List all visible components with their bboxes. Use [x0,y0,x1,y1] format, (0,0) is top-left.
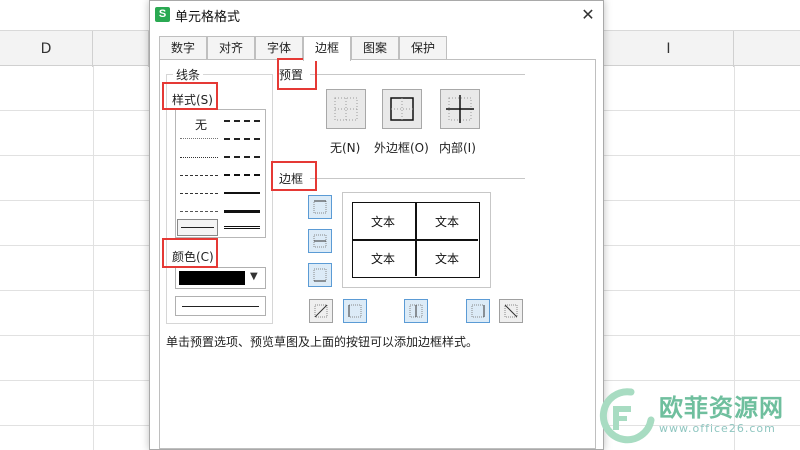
tab-protection[interactable]: 保护 [399,36,447,60]
preset-inside-icon [446,95,474,123]
border-right-icon [471,304,485,318]
tab-alignment[interactable]: 对齐 [207,36,255,60]
border-diagonal-up-button[interactable] [309,299,333,323]
close-button[interactable]: ✕ [578,5,598,25]
border-middle-vertical-button[interactable] [404,299,428,323]
preview-cell-text: 文本 [435,252,460,266]
column-header-d[interactable]: D [0,31,93,67]
highlight-style-label [162,82,218,110]
column-header-e[interactable] [93,31,149,67]
line-style-dotted[interactable] [180,157,218,158]
preset-inside-label: 内部(I) [439,141,476,155]
border-top-icon [313,200,327,214]
line-style-dash-dot[interactable] [180,193,218,194]
line-preview-sample [182,306,259,307]
line-preview [175,296,266,316]
line-style-list[interactable]: 无 [175,109,266,238]
preset-outline-button[interactable] [382,89,422,129]
tab-border[interactable]: 边框 [303,36,351,61]
dialog-titlebar[interactable]: S 单元格格式 ✕ [150,1,603,29]
hint-text: 单击预置选项、预览草图及上面的按钮可以添加边框样式。 [166,335,479,349]
border-middle-horizontal-button[interactable] [308,229,332,253]
preview-cell-text: 文本 [371,252,396,266]
watermark: 欧菲资源网 www.office26.com [593,382,800,450]
line-style-selected[interactable] [177,219,218,236]
column-header-j[interactable] [734,31,800,67]
border-right-button[interactable] [466,299,490,323]
watermark-url: www.office26.com [659,422,776,435]
watermark-logo-icon [599,388,655,444]
preset-outline-icon [390,97,414,121]
column-letter-d: D [40,41,52,57]
line-style-dashed[interactable] [180,211,218,212]
diagonal-down-icon [504,304,518,318]
border-top-button[interactable] [308,195,332,219]
border-left-icon [348,304,362,318]
border-preview-area[interactable]: 文本 文本 文本 文本 [342,192,491,288]
preset-outline-label: 外边框(O) [374,141,429,155]
watermark-name: 欧菲资源网 [659,394,784,422]
preset-inside-button[interactable] [440,89,480,129]
line-style-medium-dash-dot-dot[interactable] [224,138,260,140]
preview-inner-horizontal-line [353,239,478,241]
preset-divider [310,74,525,75]
preview-cell-text: 文本 [371,215,396,229]
preset-none-icon [334,97,358,121]
border-divider [310,178,525,179]
tab-pattern[interactable]: 图案 [351,36,399,60]
color-swatch [179,271,245,285]
border-inside-vertical-icon [409,304,423,318]
border-bottom-button[interactable] [308,263,332,287]
line-style-medium[interactable] [224,192,260,194]
column-gridline [93,66,94,450]
wps-app-icon: S [155,7,170,22]
line-style-medium-dashed[interactable] [224,174,260,176]
tab-font[interactable]: 字体 [255,36,303,60]
chevron-down-icon: ▼ [250,271,258,282]
border-left-button[interactable] [343,299,367,323]
border-bottom-icon [313,268,327,282]
preset-none-label: 无(N) [330,141,361,155]
dialog-title: 单元格格式 [175,10,241,25]
line-style-medium-dash-dot[interactable] [224,120,260,122]
line-style-none[interactable]: 无 [195,116,207,133]
tab-number[interactable]: 数字 [159,36,207,60]
preview-cell-text: 文本 [435,215,460,229]
line-color-dropdown[interactable]: ▼ [175,267,266,289]
line-style-slant-dash-dot[interactable] [224,156,260,158]
highlight-preset-title [277,58,317,90]
border-diagonal-down-button[interactable] [499,299,523,323]
line-style-double[interactable] [224,226,260,229]
line-style-thin [181,227,214,228]
line-style-thick[interactable] [224,210,260,213]
highlight-border-title [271,161,317,191]
line-group-title: 线条 [173,66,204,83]
column-header-i[interactable]: I [604,31,734,67]
column-letter-i: I [666,41,671,57]
preview-table[interactable]: 文本 文本 文本 文本 [352,202,480,278]
line-style-dash-dot-dot[interactable] [180,175,218,176]
diagonal-up-icon [314,304,328,318]
preset-none-button[interactable] [326,89,366,129]
line-style-hair[interactable] [180,138,218,139]
border-inside-horizontal-icon [313,234,327,248]
highlight-color-label [162,238,218,268]
